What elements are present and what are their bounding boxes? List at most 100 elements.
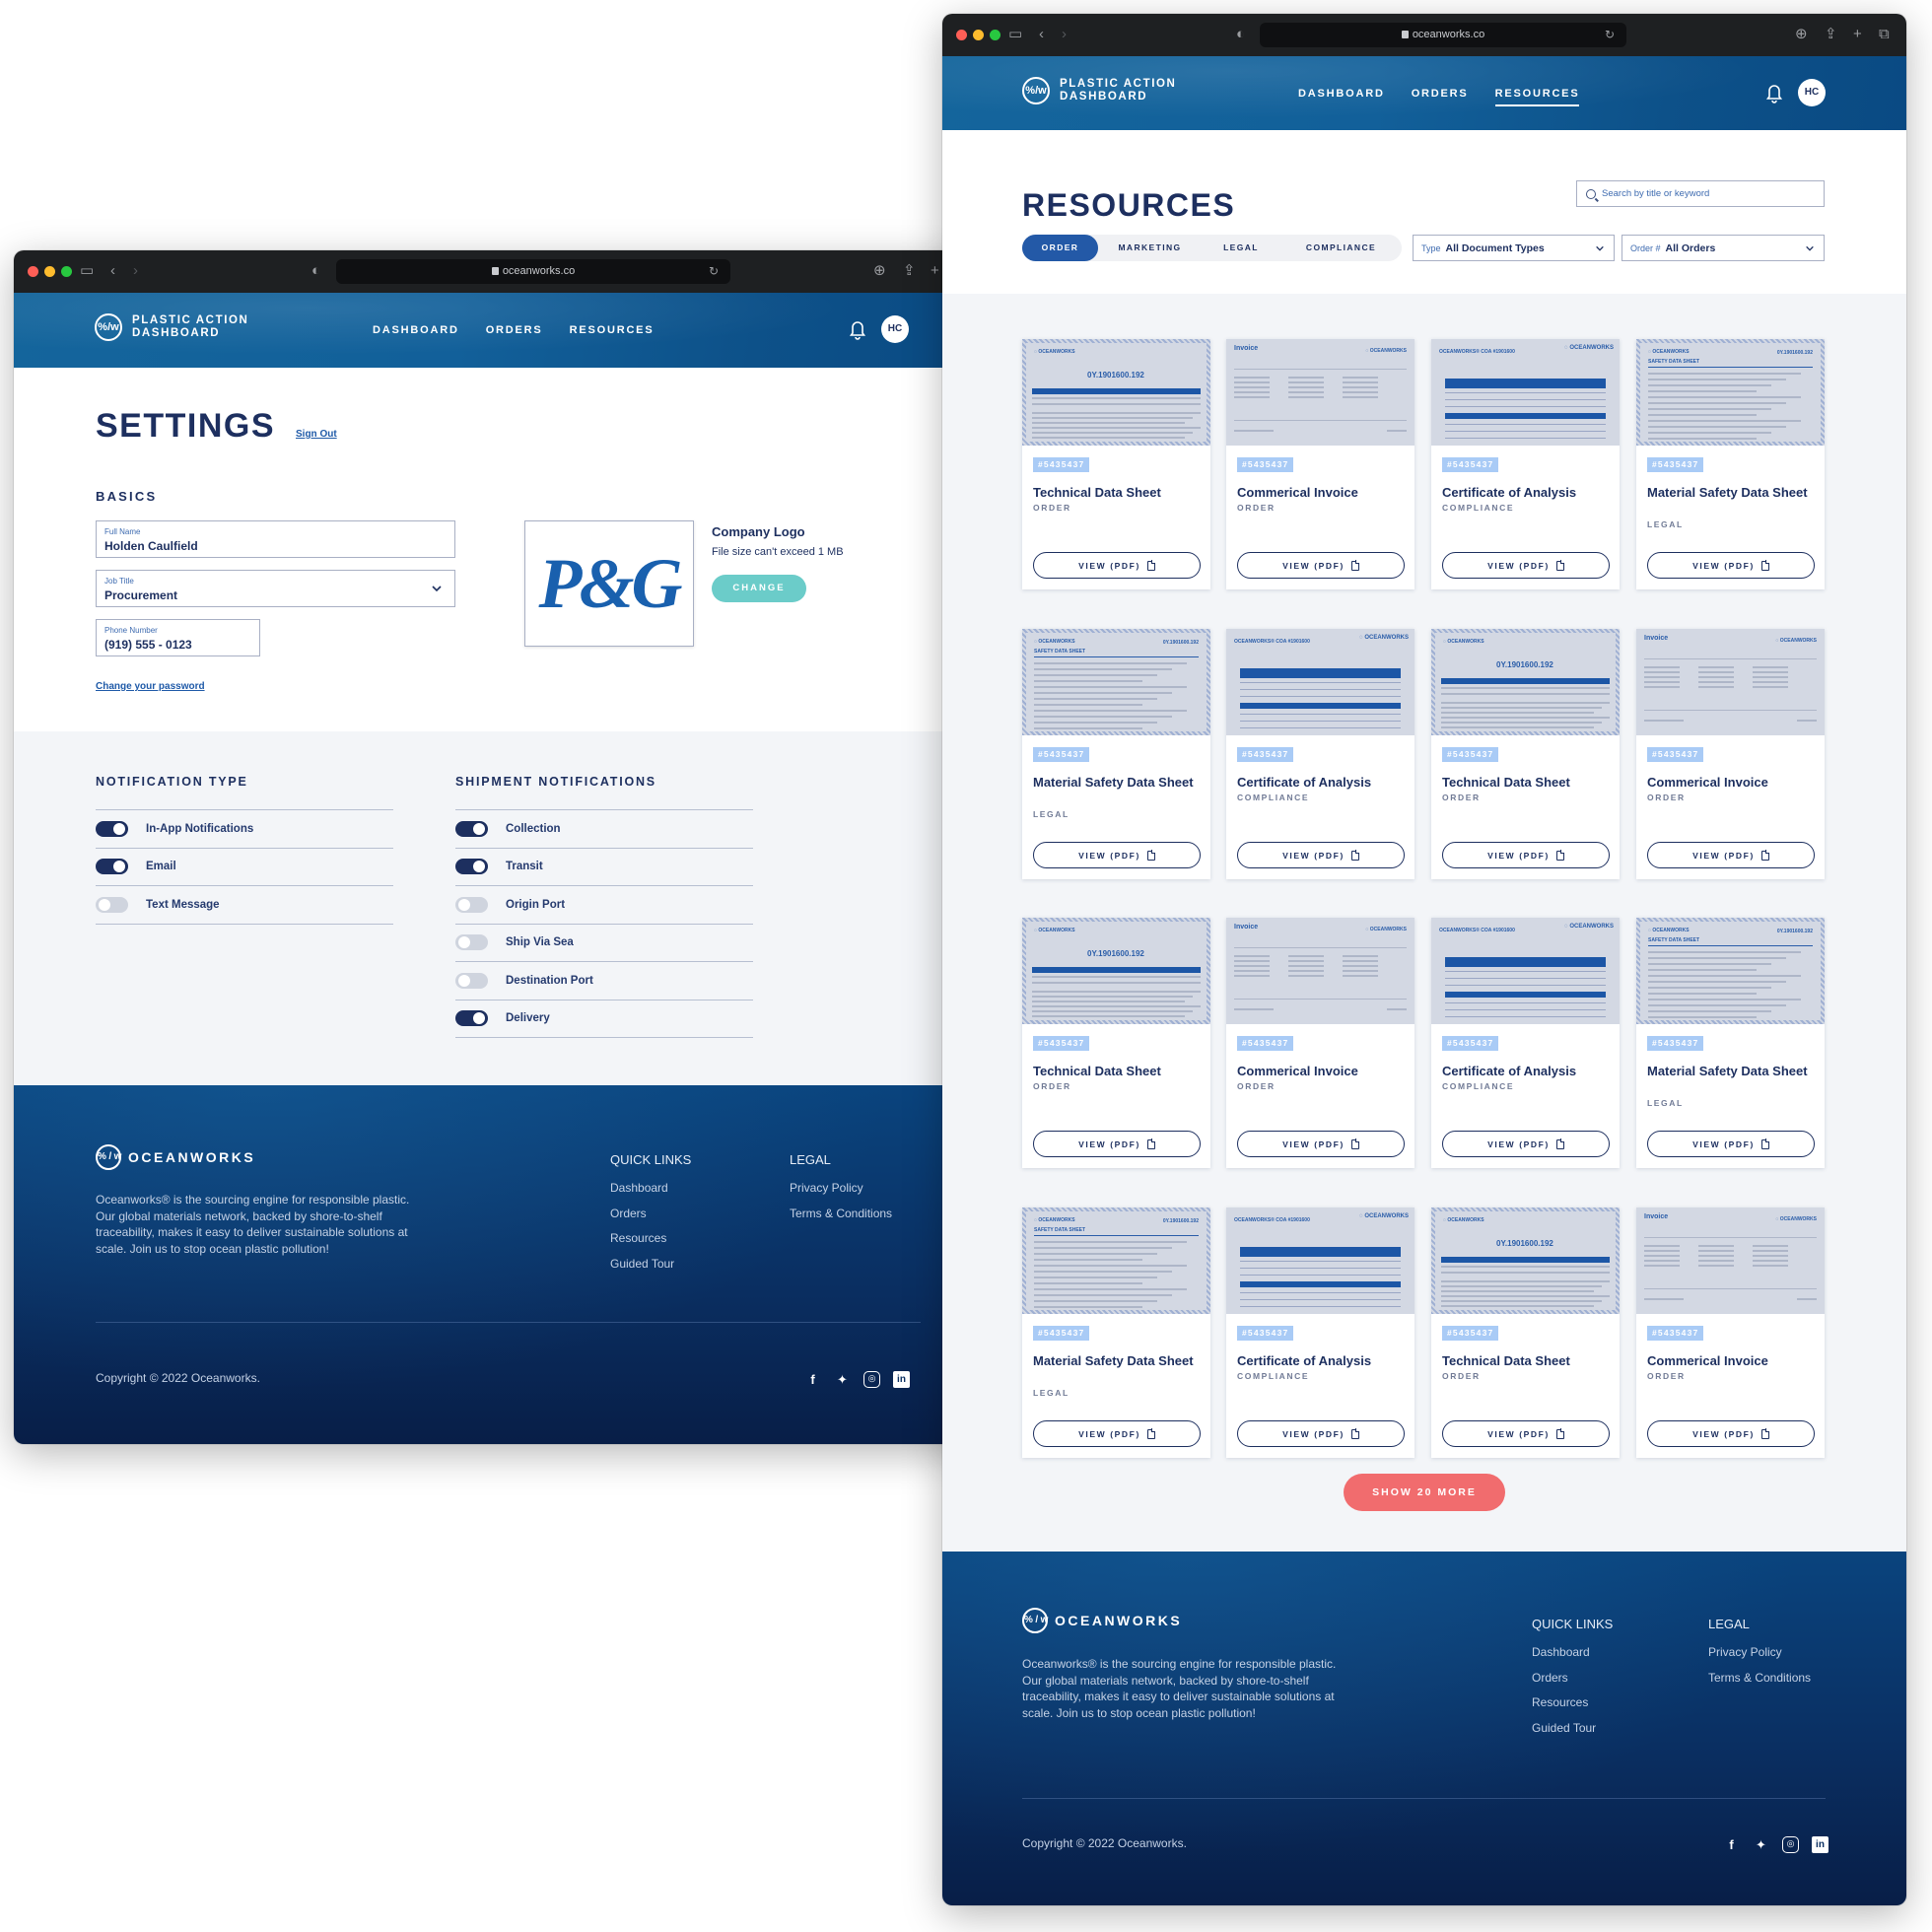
close-window-button[interactable] (956, 30, 967, 40)
footer-link-guided-tour[interactable]: Guided Tour (1532, 1721, 1613, 1735)
view-pdf-button[interactable]: VIEW (PDF) (1237, 842, 1405, 868)
view-pdf-button[interactable]: VIEW (PDF) (1442, 1420, 1610, 1447)
privacy-shield-icon[interactable]: ◐ (311, 261, 320, 281)
resource-card[interactable]: Invoice ◌ OCEANWORKS #5435437 Commerical In… (1636, 1208, 1825, 1458)
share-icon[interactable]: ⇪ (903, 261, 916, 281)
brand-logo[interactable]: %/w PLASTIC ACTION DASHBOARD (95, 313, 250, 341)
back-icon[interactable]: ‹ (110, 261, 115, 281)
twitter-icon[interactable]: ✦ (1753, 1836, 1769, 1853)
view-pdf-button[interactable]: VIEW (PDF) (1033, 1420, 1201, 1447)
brand-logo[interactable]: %/w PLASTIC ACTION DASHBOARD (1022, 77, 1178, 104)
tab-order[interactable]: ORDER (1022, 235, 1098, 261)
tab-legal[interactable]: LEGAL (1202, 235, 1280, 261)
maximize-window-button[interactable] (61, 266, 72, 277)
resource-card[interactable]: Invoice ◌ OCEANWORKS #5435437 Commerical In… (1226, 918, 1414, 1168)
show-more-button[interactable]: SHOW 20 MORE (1344, 1474, 1505, 1511)
nav-dashboard[interactable]: DASHBOARD (1298, 84, 1385, 104)
close-window-button[interactable] (28, 266, 38, 277)
view-pdf-button[interactable]: VIEW (PDF) (1647, 1131, 1815, 1157)
footer-link-terms[interactable]: Terms & Conditions (790, 1207, 892, 1220)
toggle-switch[interactable] (455, 972, 488, 989)
nav-resources[interactable]: RESOURCES (570, 320, 655, 340)
resource-card[interactable]: ◌ OCEANWORKS 0Y.1901600.192 SAFETY DATA SH… (1636, 339, 1825, 589)
view-pdf-button[interactable]: VIEW (PDF) (1647, 552, 1815, 579)
job-title-select[interactable]: Job Title Procurement (96, 570, 455, 607)
nav-orders[interactable]: ORDERS (486, 320, 543, 340)
forward-icon[interactable]: › (1062, 25, 1067, 44)
view-pdf-button[interactable]: VIEW (PDF) (1033, 842, 1201, 868)
view-pdf-button[interactable]: VIEW (PDF) (1237, 552, 1405, 579)
resource-card[interactable]: ◌ OCEANWORKS 0Y.1901600.192 SAFETY DATA SH… (1022, 1208, 1210, 1458)
resource-card[interactable]: Invoice ◌ OCEANWORKS #5435437 Commerical In… (1636, 629, 1825, 879)
toggle-switch[interactable] (455, 1010, 488, 1027)
order-number-select[interactable]: Order # All Orders (1622, 235, 1825, 261)
bell-icon[interactable] (1766, 82, 1782, 104)
change-password-link[interactable]: Change your password (96, 681, 205, 692)
footer-link-orders[interactable]: Orders (1532, 1671, 1613, 1685)
resource-card[interactable]: ◌ OCEANWORKS 0Y.1901600.192 #5435437 Techni… (1431, 1208, 1620, 1458)
downloads-icon[interactable]: ⊕ (873, 261, 886, 281)
toggle-switch[interactable] (96, 859, 128, 875)
resource-card[interactable]: OCEANWORKS® COA #1901600 ◌ OCEANWORKS #543… (1431, 918, 1620, 1168)
minimize-window-button[interactable] (44, 266, 55, 277)
footer-link-privacy[interactable]: Privacy Policy (790, 1181, 892, 1195)
footer-link-resources[interactable]: Resources (610, 1231, 691, 1245)
forward-icon[interactable]: › (133, 261, 138, 281)
search-box[interactable] (1576, 180, 1825, 207)
footer-link-guided-tour[interactable]: Guided Tour (610, 1257, 691, 1271)
address-bar[interactable]: oceanworks.co ↻ (336, 259, 730, 284)
toggle-switch[interactable] (455, 896, 488, 913)
view-pdf-button[interactable]: VIEW (PDF) (1033, 552, 1201, 579)
view-pdf-button[interactable]: VIEW (PDF) (1237, 1420, 1405, 1447)
resource-card[interactable]: OCEANWORKS® COA #1901600 ◌ OCEANWORKS #543… (1226, 629, 1414, 879)
share-icon[interactable]: ⇪ (1825, 25, 1837, 44)
nav-dashboard[interactable]: DASHBOARD (373, 320, 459, 340)
change-logo-button[interactable]: CHANGE (712, 575, 806, 602)
sidebar-toggle-icon[interactable]: ▭ (80, 261, 94, 281)
footer-link-orders[interactable]: Orders (610, 1207, 691, 1220)
footer-link-privacy[interactable]: Privacy Policy (1708, 1645, 1811, 1659)
view-pdf-button[interactable]: VIEW (PDF) (1442, 1131, 1610, 1157)
tab-overview-icon[interactable]: ⧉ (1879, 25, 1890, 44)
toggle-switch[interactable] (96, 896, 128, 913)
facebook-icon[interactable]: f (1723, 1836, 1740, 1853)
sign-out-link[interactable]: Sign Out (296, 429, 337, 440)
view-pdf-button[interactable]: VIEW (PDF) (1442, 842, 1610, 868)
bell-icon[interactable] (850, 318, 865, 340)
nav-resources[interactable]: RESOURCES (1494, 84, 1580, 106)
resource-card[interactable]: OCEANWORKS® COA #1901600 ◌ OCEANWORKS #543… (1431, 339, 1620, 589)
view-pdf-button[interactable]: VIEW (PDF) (1237, 1131, 1405, 1157)
search-input[interactable] (1602, 188, 1799, 199)
privacy-shield-icon[interactable]: ◐ (1236, 25, 1245, 44)
view-pdf-button[interactable]: VIEW (PDF) (1442, 552, 1610, 579)
user-avatar[interactable]: HC (1798, 79, 1826, 106)
footer-link-terms[interactable]: Terms & Conditions (1708, 1671, 1811, 1685)
linkedin-icon[interactable]: in (1812, 1836, 1828, 1853)
resource-card[interactable]: ◌ OCEANWORKS 0Y.1901600.192 #5435437 Techni… (1022, 918, 1210, 1168)
address-bar[interactable]: oceanworks.co ↻ (1260, 23, 1626, 47)
resource-card[interactable]: ◌ OCEANWORKS 0Y.1901600.192 SAFETY DATA SH… (1636, 918, 1825, 1168)
facebook-icon[interactable]: f (804, 1371, 821, 1388)
full-name-field[interactable]: Full Name Holden Caulfield (96, 520, 455, 558)
twitter-icon[interactable]: ✦ (834, 1371, 851, 1388)
tab-compliance[interactable]: COMPLIANCE (1280, 235, 1402, 261)
resource-card[interactable]: OCEANWORKS® COA #1901600 ◌ OCEANWORKS #543… (1226, 1208, 1414, 1458)
maximize-window-button[interactable] (990, 30, 1000, 40)
tab-marketing[interactable]: MARKETING (1098, 235, 1202, 261)
back-icon[interactable]: ‹ (1039, 25, 1044, 44)
toggle-switch[interactable] (455, 859, 488, 875)
linkedin-icon[interactable]: in (893, 1371, 910, 1388)
resource-card[interactable]: ◌ OCEANWORKS 0Y.1901600.192 SAFETY DATA SH… (1022, 629, 1210, 879)
toggle-switch[interactable] (96, 820, 128, 837)
reload-icon[interactable]: ↻ (1605, 23, 1615, 47)
toggle-switch[interactable] (455, 820, 488, 837)
minimize-window-button[interactable] (973, 30, 984, 40)
instagram-icon[interactable]: ◎ (863, 1371, 880, 1388)
resource-card[interactable]: ◌ OCEANWORKS 0Y.1901600.192 #5435437 Techni… (1022, 339, 1210, 589)
new-tab-icon[interactable]: + (1853, 25, 1862, 44)
footer-link-resources[interactable]: Resources (1532, 1695, 1613, 1709)
nav-orders[interactable]: ORDERS (1412, 84, 1469, 104)
reload-icon[interactable]: ↻ (709, 259, 719, 284)
view-pdf-button[interactable]: VIEW (PDF) (1033, 1131, 1201, 1157)
view-pdf-button[interactable]: VIEW (PDF) (1647, 1420, 1815, 1447)
